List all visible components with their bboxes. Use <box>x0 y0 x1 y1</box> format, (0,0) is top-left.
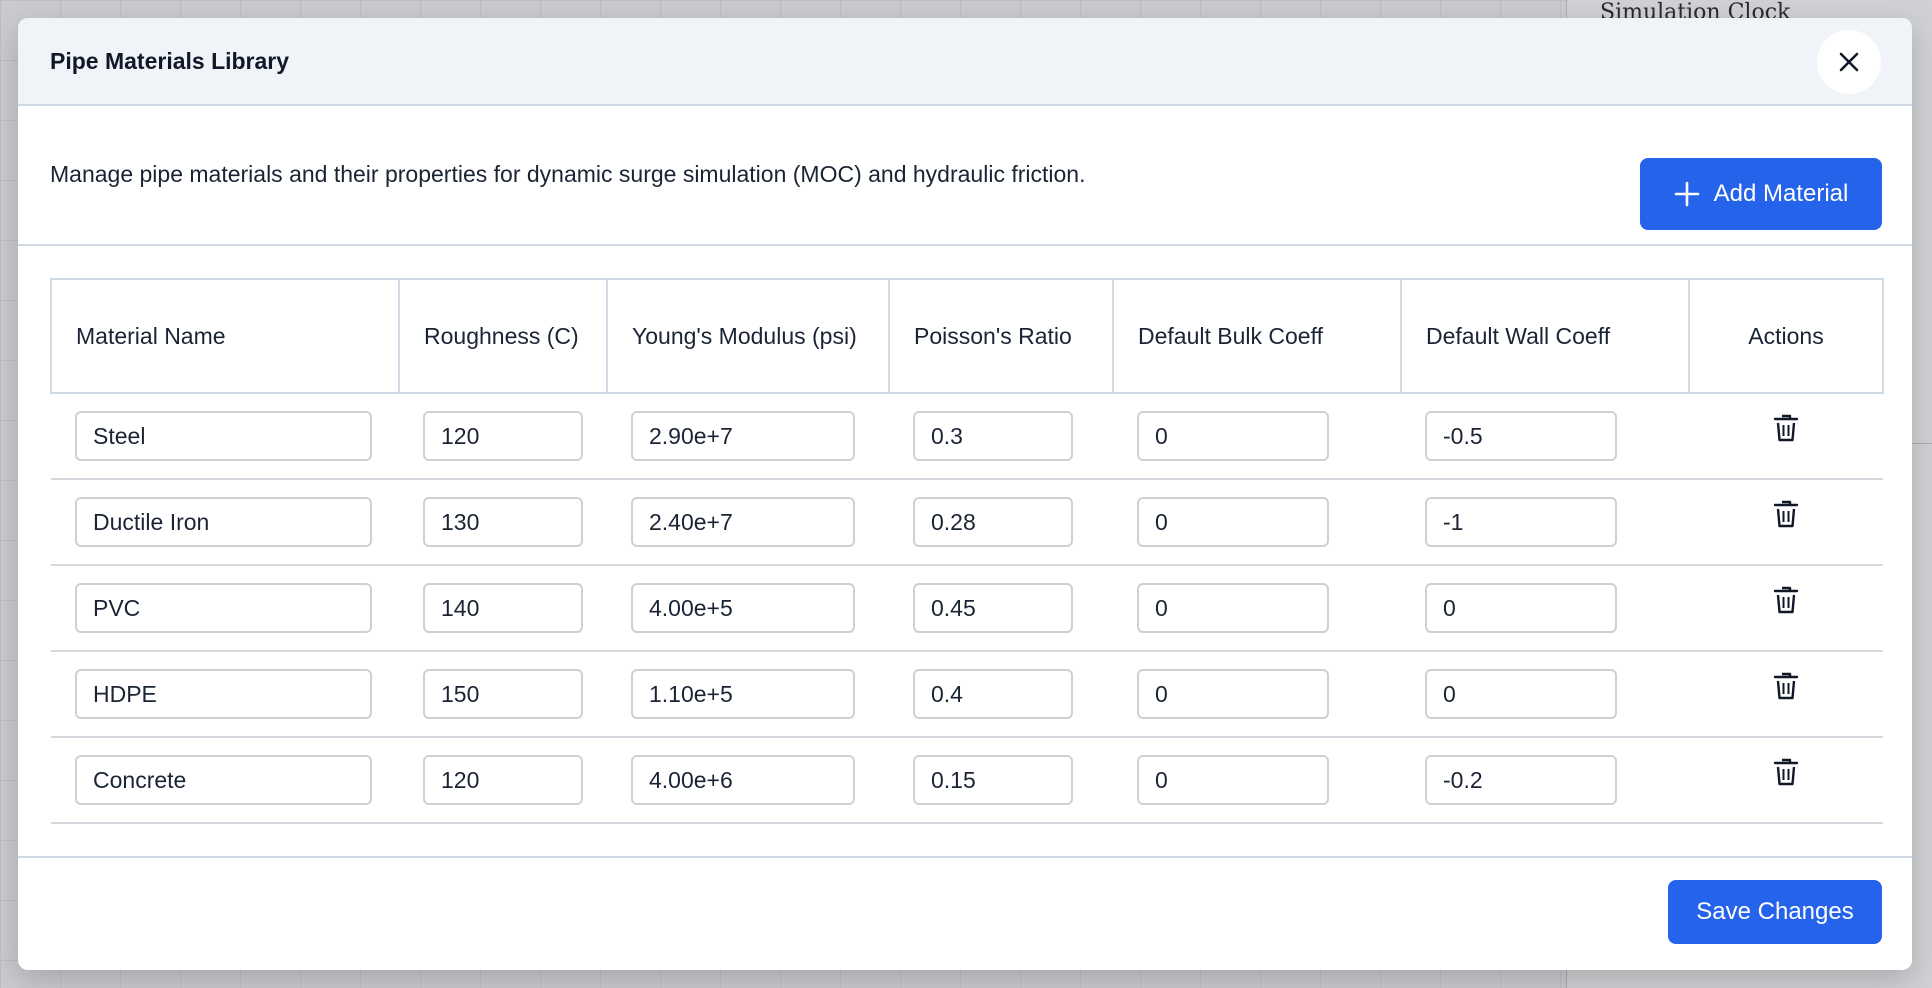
cell-actions <box>1689 393 1883 480</box>
bulk-coeff-input[interactable] <box>1137 411 1329 461</box>
poissons-ratio-input[interactable] <box>913 669 1073 719</box>
youngs-modulus-input[interactable] <box>631 411 855 461</box>
cell-wall-coeff <box>1401 565 1689 652</box>
cell-roughness <box>399 479 607 566</box>
header-wall-coeff: Default Wall Coeff <box>1400 278 1690 394</box>
cell-youngs-modulus <box>607 737 889 824</box>
poissons-ratio-input[interactable] <box>913 497 1073 547</box>
cell-bulk-coeff <box>1113 393 1401 480</box>
materials-table-container: Material Name Roughness (C) Young's Modu… <box>50 278 1884 824</box>
roughness-input[interactable] <box>423 497 583 547</box>
plus-icon <box>1674 181 1700 207</box>
cell-roughness <box>399 737 607 824</box>
bulk-coeff-input[interactable] <box>1137 669 1329 719</box>
cell-name <box>51 479 399 566</box>
poissons-ratio-input[interactable] <box>913 411 1073 461</box>
material-name-input[interactable] <box>75 583 372 633</box>
trash-icon[interactable] <box>1773 671 1799 701</box>
add-material-label: Add Material <box>1713 180 1849 207</box>
cell-actions <box>1689 737 1883 824</box>
header-actions: Actions <box>1688 278 1884 394</box>
cell-actions <box>1689 651 1883 738</box>
cell-poissons-ratio <box>889 479 1113 566</box>
bulk-coeff-input[interactable] <box>1137 583 1329 633</box>
dialog-intro: Manage pipe materials and their properti… <box>18 106 1912 246</box>
header-poissons-ratio: Poisson's Ratio <box>888 278 1114 394</box>
cell-bulk-coeff <box>1113 479 1401 566</box>
dialog-description: Manage pipe materials and their properti… <box>50 161 1086 187</box>
header-bulk-coeff: Default Bulk Coeff <box>1112 278 1402 394</box>
youngs-modulus-input[interactable] <box>631 497 855 547</box>
cell-wall-coeff <box>1401 479 1689 566</box>
wall-coeff-input[interactable] <box>1425 755 1617 805</box>
cell-roughness <box>399 651 607 738</box>
cell-poissons-ratio <box>889 737 1113 824</box>
cell-roughness <box>399 393 607 480</box>
poissons-ratio-input[interactable] <box>913 755 1073 805</box>
save-changes-button[interactable]: Save Changes <box>1668 880 1882 944</box>
wall-coeff-input[interactable] <box>1425 669 1617 719</box>
trash-icon[interactable] <box>1773 413 1799 443</box>
trash-icon[interactable] <box>1773 585 1799 615</box>
cell-youngs-modulus <box>607 479 889 566</box>
cell-poissons-ratio <box>889 393 1113 480</box>
youngs-modulus-input[interactable] <box>631 669 855 719</box>
roughness-input[interactable] <box>423 755 583 805</box>
close-icon <box>1836 49 1862 75</box>
cell-youngs-modulus <box>607 393 889 480</box>
cell-youngs-modulus <box>607 565 889 652</box>
material-name-input[interactable] <box>75 497 372 547</box>
bulk-coeff-input[interactable] <box>1137 497 1329 547</box>
material-name-input[interactable] <box>75 411 372 461</box>
cell-name <box>51 565 399 652</box>
wall-coeff-input[interactable] <box>1425 497 1617 547</box>
poissons-ratio-input[interactable] <box>913 583 1073 633</box>
trash-icon[interactable] <box>1773 499 1799 529</box>
cell-bulk-coeff <box>1113 565 1401 652</box>
add-material-button[interactable]: Add Material <box>1640 158 1882 230</box>
material-name-input[interactable] <box>75 669 372 719</box>
cell-name <box>51 737 399 824</box>
cell-wall-coeff <box>1401 651 1689 738</box>
table-row <box>51 737 1883 824</box>
trash-icon[interactable] <box>1773 757 1799 787</box>
cell-actions <box>1689 479 1883 566</box>
roughness-input[interactable] <box>423 583 583 633</box>
close-button[interactable] <box>1817 30 1881 94</box>
cell-wall-coeff <box>1401 737 1689 824</box>
cell-poissons-ratio <box>889 565 1113 652</box>
cell-bulk-coeff <box>1113 651 1401 738</box>
header-youngs-modulus: Young's Modulus (psi) <box>606 278 890 394</box>
bulk-coeff-input[interactable] <box>1137 755 1329 805</box>
table-row <box>51 651 1883 738</box>
header-roughness: Roughness (C) <box>398 278 608 394</box>
wall-coeff-input[interactable] <box>1425 411 1617 461</box>
cell-youngs-modulus <box>607 651 889 738</box>
wall-coeff-input[interactable] <box>1425 583 1617 633</box>
dialog-footer: Save Changes <box>18 856 1912 970</box>
table-header-row: Material Name Roughness (C) Young's Modu… <box>50 278 1884 394</box>
header-material-name: Material Name <box>50 278 400 394</box>
material-name-input[interactable] <box>75 755 372 805</box>
table-row <box>51 479 1883 566</box>
materials-table: Material Name Roughness (C) Young's Modu… <box>50 278 1884 824</box>
dialog-header: Pipe Materials Library <box>18 18 1912 106</box>
table-row <box>51 393 1883 480</box>
cell-actions <box>1689 565 1883 652</box>
roughness-input[interactable] <box>423 669 583 719</box>
cell-roughness <box>399 565 607 652</box>
cell-name <box>51 651 399 738</box>
materials-library-dialog: Pipe Materials Library Manage pipe mater… <box>18 18 1912 970</box>
cell-bulk-coeff <box>1113 737 1401 824</box>
cell-poissons-ratio <box>889 651 1113 738</box>
cell-name <box>51 393 399 480</box>
dialog-title: Pipe Materials Library <box>50 48 290 74</box>
youngs-modulus-input[interactable] <box>631 755 855 805</box>
cell-wall-coeff <box>1401 393 1689 480</box>
youngs-modulus-input[interactable] <box>631 583 855 633</box>
table-row <box>51 565 1883 652</box>
roughness-input[interactable] <box>423 411 583 461</box>
